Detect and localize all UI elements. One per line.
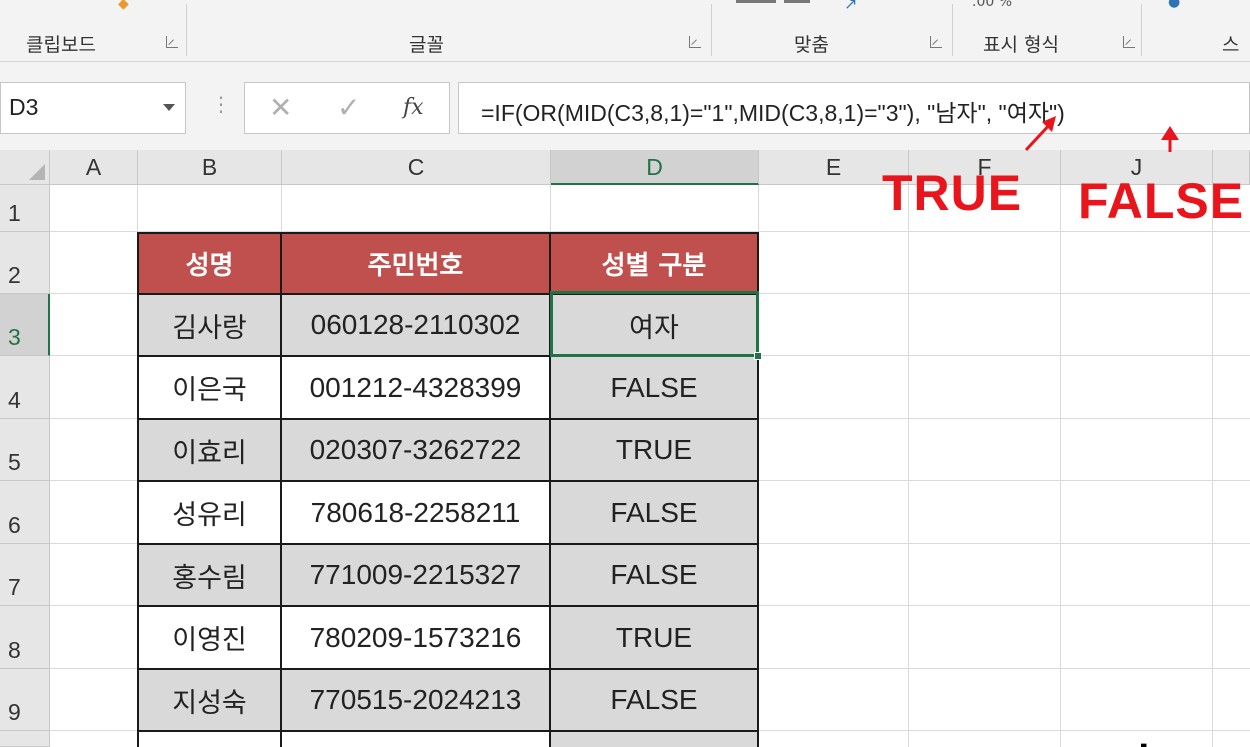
fill-handle[interactable] [754, 352, 762, 360]
table-cell-name[interactable]: 이은국 [139, 357, 282, 420]
name-box[interactable]: D3 [0, 82, 186, 134]
dialog-launcher-icon[interactable] [689, 36, 701, 48]
row-header-3[interactable]: 3 [0, 294, 50, 356]
dialog-launcher-icon[interactable] [930, 36, 942, 48]
annotation-false: FALSE [1078, 173, 1245, 229]
row-number: 9 [8, 699, 21, 725]
table-cell-name[interactable]: 이효리 [139, 420, 282, 482]
table-cell-id[interactable]: 780618-2258211 [282, 482, 551, 545]
dialog-launcher-icon[interactable] [166, 36, 178, 48]
row-number: 5 [8, 449, 21, 475]
table-cell-gender[interactable]: FALSE [551, 670, 759, 732]
row-header-6[interactable]: 6 [0, 481, 50, 544]
row-header-7[interactable]: 7 [0, 544, 50, 606]
name-box-value: D3 [9, 94, 39, 120]
annotation-arrow-false [1161, 126, 1179, 152]
table-cell-id[interactable]: 771009-2215327 [282, 545, 551, 607]
row-header-1[interactable]: 1 [0, 185, 50, 232]
row-header-10[interactable] [0, 731, 50, 747]
table-header-name[interactable]: 성명 [139, 234, 282, 295]
table-header-gender[interactable]: 성별 구분 [551, 234, 759, 295]
chevron-down-icon[interactable] [163, 104, 175, 111]
ribbon-group-label: 표시 형식 [983, 34, 1059, 56]
ribbon: ◆ 클립보드 글꼴 ↗ 맞춤 .00 % 표시 형식 ● 스 [0, 0, 1250, 62]
cancel-icon[interactable]: ✕ [269, 91, 292, 124]
ribbon-group-number: 표시 형식 [953, 0, 1141, 62]
column-header-c[interactable]: C [282, 150, 551, 185]
gridline [50, 231, 1250, 232]
row-header-9[interactable]: 9 [0, 669, 50, 731]
table-cell-gender[interactable]: FALSE [551, 482, 759, 545]
column-header-b[interactable]: B [138, 150, 282, 185]
formula-buttons: ✕ ✓ fx [244, 82, 450, 134]
formula-bar: D3 ⋮ ✕ ✓ fx =IF(OR(MID(C3,8,1)="1",MID(C… [0, 62, 1250, 150]
gridline [908, 185, 909, 747]
select-all-button[interactable] [0, 150, 50, 185]
row-header-8[interactable]: 8 [0, 606, 50, 669]
table-cell-id[interactable] [282, 732, 551, 747]
table-cell-gender[interactable]: TRUE [551, 420, 759, 482]
insert-function-icon[interactable]: fx [403, 95, 424, 120]
table-cell-name[interactable]: 성유리 [139, 482, 282, 545]
dialog-launcher-icon[interactable] [1123, 36, 1135, 48]
row-number: 2 [8, 262, 21, 288]
row-number: 4 [8, 387, 21, 413]
worksheet-grid: A B C D E F J 1 2 3 4 5 6 7 8 9 성명 주민번호 … [0, 150, 1250, 747]
table-cell-name[interactable]: 지성숙 [139, 670, 282, 732]
table-cell-name[interactable] [139, 732, 282, 747]
table-cell-id[interactable]: 001212-4328399 [282, 357, 551, 420]
ribbon-group-label: 클립보드 [26, 34, 96, 56]
gridline [1060, 185, 1061, 747]
more-vert-icon[interactable]: ⋮ [211, 92, 231, 116]
ribbon-group-font: 글꼴 [187, 0, 711, 62]
enter-icon[interactable]: ✓ [337, 91, 360, 124]
ribbon-group-clipboard: 클립보드 [0, 0, 186, 62]
table-header-id[interactable]: 주민번호 [282, 234, 551, 295]
table-cell-gender[interactable]: FALSE [551, 545, 759, 607]
row-number: 8 [8, 637, 21, 663]
table-cell-name[interactable]: 김사랑 [139, 295, 282, 357]
ribbon-group-label: 맞춤 [794, 34, 829, 56]
table-cell-id[interactable]: 020307-3262722 [282, 420, 551, 482]
cell-cursor-icon: ✚ [1132, 738, 1155, 747]
row-header-4[interactable]: 4 [0, 356, 50, 419]
ribbon-group-label: 글꼴 [409, 34, 444, 56]
row-header-2[interactable]: 2 [0, 232, 50, 294]
row-number: 3 [8, 324, 21, 350]
table-cell-name[interactable]: 홍수림 [139, 545, 282, 607]
row-number: 6 [8, 512, 21, 538]
column-header-a[interactable]: A [50, 150, 138, 185]
active-cell-border [550, 291, 759, 357]
formula-input[interactable]: =IF(OR(MID(C3,8,1)="1",MID(C3,8,1)="3"),… [458, 82, 1250, 134]
ribbon-group-label: 스 [1222, 34, 1240, 56]
column-header-d[interactable]: D [551, 150, 759, 185]
table-cell-id[interactable]: 060128-2110302 [282, 295, 551, 357]
gridline [1212, 185, 1213, 747]
table-cell-gender[interactable]: TRUE [551, 607, 759, 670]
formula-text: =IF(OR(MID(C3,8,1)="1",MID(C3,8,1)="3"),… [481, 100, 1065, 126]
ribbon-group-alignment: 맞춤 [712, 0, 952, 62]
table-cell-id[interactable]: 780209-1573216 [282, 607, 551, 670]
ribbon-group-styles: 스 [1142, 0, 1250, 62]
table-cell-gender[interactable]: FALSE [551, 357, 759, 420]
table-cell-name[interactable]: 이영진 [139, 607, 282, 670]
table-cell-id[interactable]: 770515-2024213 [282, 670, 551, 732]
row-header-5[interactable]: 5 [0, 419, 50, 481]
row-number: 1 [8, 200, 21, 226]
annotation-true: TRUE [882, 165, 1023, 221]
gridline [137, 185, 138, 747]
table-cell-gender[interactable] [551, 732, 759, 747]
annotation-arrow-true [1024, 116, 1056, 152]
row-number: 7 [8, 574, 21, 600]
